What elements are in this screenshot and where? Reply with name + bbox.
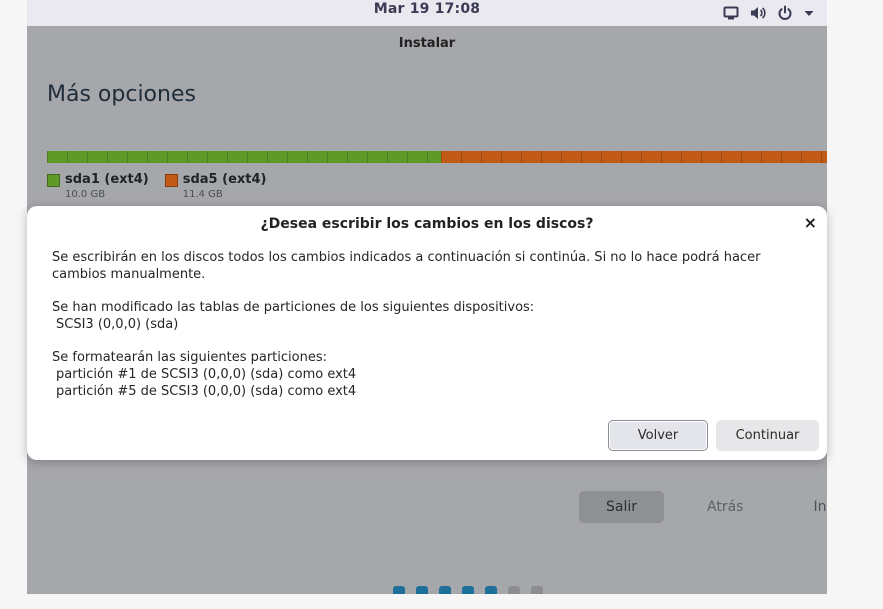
partition-name: sda1 (ext4)	[65, 172, 149, 187]
device-item: SCSI3 (0,0,0) (sda)	[56, 317, 179, 332]
footer-buttons: Salir Atrás Instalar	[579, 491, 827, 523]
window-title: Instalar	[398, 36, 456, 51]
legend-item-sda5: sda5 (ext4) 11.4 GB	[164, 172, 267, 200]
confirm-write-dialog: ¿Desea escribir los cambios en los disco…	[27, 206, 827, 460]
partition-legend: sda1 (ext4) 10.0 GB sda5 (ext4) 11.4 GB	[47, 172, 266, 200]
top-panel: Mar 19 17:08	[27, 0, 827, 26]
continue-button[interactable]: Continuar	[716, 420, 819, 451]
partition-size: 10.0 GB	[65, 189, 106, 200]
progress-step-dot	[416, 586, 428, 594]
dialog-intro: Se escribirán en los discos todos los ca…	[52, 250, 761, 282]
system-tray[interactable]	[723, 3, 815, 23]
legend-item-sda1: sda1 (ext4) 10.0 GB	[47, 172, 149, 200]
swatch-sda1	[47, 174, 60, 187]
progress-step-dot	[393, 586, 405, 594]
page-title: Más opciones	[47, 82, 196, 107]
disk-usage-bar	[47, 151, 827, 163]
volume-icon[interactable]	[749, 5, 767, 21]
swatch-sda5	[164, 174, 178, 187]
dialog-body: Se escribirán en los discos todos los ca…	[52, 249, 812, 416]
power-icon[interactable]	[777, 5, 793, 21]
format-item: partición #5 de SCSI3 (0,0,0) (sda) como…	[56, 384, 357, 399]
progress-step-dot	[462, 586, 474, 594]
partition-bar-sda5	[441, 151, 827, 163]
back-button[interactable]: Atrás	[680, 491, 770, 523]
volver-button[interactable]: Volver	[608, 420, 708, 451]
progress-step-dot	[508, 586, 520, 594]
install-button[interactable]: Instalar	[786, 491, 827, 523]
dialog-title: ¿Desea escribir los cambios en los disco…	[260, 216, 594, 232]
progress-step-dot	[439, 586, 451, 594]
clock[interactable]: Mar 19 17:08	[27, 1, 827, 17]
tables-heading: Se han modificado las tablas de particio…	[52, 300, 535, 315]
close-icon[interactable]: ×	[804, 214, 817, 232]
progress-step-dot	[485, 586, 497, 594]
format-item: partición #1 de SCSI3 (0,0,0) (sda) como…	[56, 367, 357, 382]
partition-size: 11.4 GB	[182, 189, 223, 200]
chevron-down-icon[interactable]	[803, 5, 815, 21]
dialog-buttons: Volver Continuar	[608, 420, 819, 451]
progress-step-dot	[531, 586, 543, 594]
quit-button[interactable]: Salir	[579, 491, 665, 523]
format-heading: Se formatearán las siguientes particione…	[52, 350, 327, 365]
progress-dots	[393, 586, 543, 594]
partition-bar-sda1	[47, 151, 441, 163]
partition-name: sda5 (ext4)	[182, 172, 267, 187]
screen-icon[interactable]	[723, 5, 739, 21]
